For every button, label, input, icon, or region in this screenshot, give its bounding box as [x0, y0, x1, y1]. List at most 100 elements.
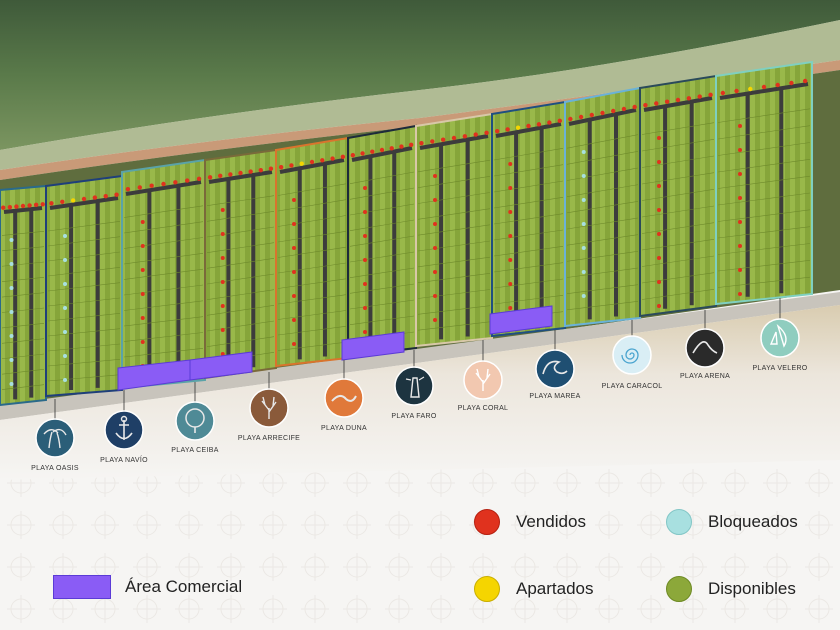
lot-status-dot[interactable]	[220, 328, 225, 332]
lot-status-dot[interactable]	[738, 196, 742, 200]
lot-status-dot[interactable]	[508, 210, 513, 214]
lot-status-dot[interactable]	[621, 106, 627, 112]
lot-status-dot[interactable]	[125, 186, 131, 192]
lot-status-dot[interactable]	[589, 112, 594, 118]
segment-duna[interactable]	[275, 136, 349, 368]
lot-status-dot[interactable]	[632, 104, 637, 110]
lot-status-dot[interactable]	[789, 80, 794, 86]
lot-status-dot[interactable]	[547, 120, 552, 125]
lot-block[interactable]	[46, 176, 122, 396]
coral-icon[interactable]	[463, 360, 503, 400]
lot-status-dot[interactable]	[9, 358, 14, 362]
lot-status-dot[interactable]	[568, 116, 573, 122]
lot-status-dot[interactable]	[292, 222, 296, 226]
lot-status-dot[interactable]	[92, 195, 98, 200]
lot-status-dot[interactable]	[495, 128, 500, 134]
lot-status-dot[interactable]	[419, 140, 424, 146]
segment-caracol[interactable]	[564, 86, 641, 328]
lot-status-dot[interactable]	[738, 148, 742, 152]
lot-status-dot[interactable]	[220, 304, 225, 308]
lot-status-dot[interactable]	[140, 220, 145, 224]
lot-status-dot[interactable]	[399, 144, 404, 149]
segment-ceiba[interactable]	[121, 158, 206, 390]
lot-status-dot[interactable]	[505, 127, 510, 132]
lot-status-dot[interactable]	[657, 184, 661, 188]
lot-status-dot[interactable]	[581, 270, 586, 274]
lot-status-dot[interactable]	[70, 198, 76, 203]
lot-status-dot[interactable]	[33, 202, 39, 208]
lot-status-dot[interactable]	[14, 204, 19, 209]
lot-status-dot[interactable]	[508, 306, 513, 310]
lot-status-dot[interactable]	[63, 330, 67, 334]
lot-status-dot[interactable]	[734, 88, 739, 94]
lot-status-dot[interactable]	[508, 234, 513, 238]
lot-status-dot[interactable]	[363, 330, 367, 334]
lot-status-dot[interactable]	[320, 158, 325, 163]
lot-status-dot[interactable]	[220, 232, 225, 236]
shell-icon[interactable]	[612, 335, 652, 375]
lot-status-dot[interactable]	[350, 152, 356, 158]
lot-status-dot[interactable]	[370, 149, 375, 154]
lot-status-dot[interactable]	[433, 294, 437, 298]
lot-status-dot[interactable]	[440, 137, 446, 142]
lot-status-dot[interactable]	[433, 318, 437, 322]
lot-block[interactable]	[640, 76, 716, 316]
lot-status-dot[interactable]	[508, 186, 513, 190]
lot-block[interactable]	[205, 150, 276, 378]
lot-status-dot[interactable]	[408, 142, 414, 148]
lot-status-dot[interactable]	[278, 164, 284, 170]
lot-status-dot[interactable]	[738, 220, 742, 224]
lot-status-dot[interactable]	[643, 102, 648, 108]
coral-reef-icon[interactable]	[249, 388, 289, 428]
lot-status-dot[interactable]	[657, 280, 661, 284]
sailboat-icon[interactable]	[760, 318, 800, 358]
lot-status-dot[interactable]	[185, 178, 190, 183]
lot-status-dot[interactable]	[220, 256, 225, 260]
segment-arrecife[interactable]	[204, 148, 277, 380]
lot-status-dot[interactable]	[238, 170, 243, 176]
lot-status-dot[interactable]	[309, 159, 315, 165]
lot-status-dot[interactable]	[292, 342, 296, 346]
segment-coral[interactable]	[415, 112, 493, 348]
lot-status-dot[interactable]	[40, 202, 45, 207]
segment-velero[interactable]	[715, 60, 813, 306]
lot-status-dot[interactable]	[657, 160, 661, 164]
lot-status-dot[interactable]	[600, 110, 605, 116]
lot-status-dot[interactable]	[761, 84, 767, 90]
lot-status-dot[interactable]	[433, 222, 437, 226]
lot-status-dot[interactable]	[20, 203, 26, 209]
lot-status-dot[interactable]	[775, 82, 780, 88]
lot-status-dot[interactable]	[218, 173, 223, 179]
lot-status-dot[interactable]	[581, 198, 586, 202]
lot-status-dot[interactable]	[738, 244, 742, 248]
lot-status-dot[interactable]	[363, 282, 367, 286]
lot-status-dot[interactable]	[220, 208, 225, 212]
segment-faro[interactable]	[347, 124, 417, 358]
lot-status-dot[interactable]	[462, 134, 468, 139]
lot-status-dot[interactable]	[63, 354, 67, 358]
lot-status-dot[interactable]	[363, 210, 367, 214]
lot-status-dot[interactable]	[9, 238, 14, 242]
lot-status-dot[interactable]	[27, 203, 32, 208]
lot-status-dot[interactable]	[578, 114, 584, 120]
lot-status-dot[interactable]	[140, 268, 145, 272]
lot-status-dot[interactable]	[686, 96, 692, 101]
lot-status-dot[interactable]	[292, 198, 296, 202]
lot-status-dot[interactable]	[137, 185, 142, 190]
lot-status-dot[interactable]	[664, 99, 670, 104]
lot-status-dot[interactable]	[720, 90, 726, 96]
lot-status-dot[interactable]	[9, 286, 14, 290]
lot-status-dot[interactable]	[292, 318, 296, 322]
lot-status-dot[interactable]	[433, 246, 437, 250]
lot-status-dot[interactable]	[7, 204, 13, 210]
wave-icon[interactable]	[535, 349, 575, 389]
segment-marea[interactable]	[491, 100, 566, 338]
lot-status-dot[interactable]	[292, 270, 296, 274]
lot-status-dot[interactable]	[363, 234, 367, 238]
tree-icon[interactable]	[175, 401, 215, 441]
lot-status-dot[interactable]	[515, 125, 521, 130]
lot-status-dot[interactable]	[473, 132, 478, 137]
lot-status-dot[interactable]	[526, 123, 531, 129]
lot-status-dot[interactable]	[451, 135, 457, 141]
lot-status-dot[interactable]	[508, 162, 513, 166]
